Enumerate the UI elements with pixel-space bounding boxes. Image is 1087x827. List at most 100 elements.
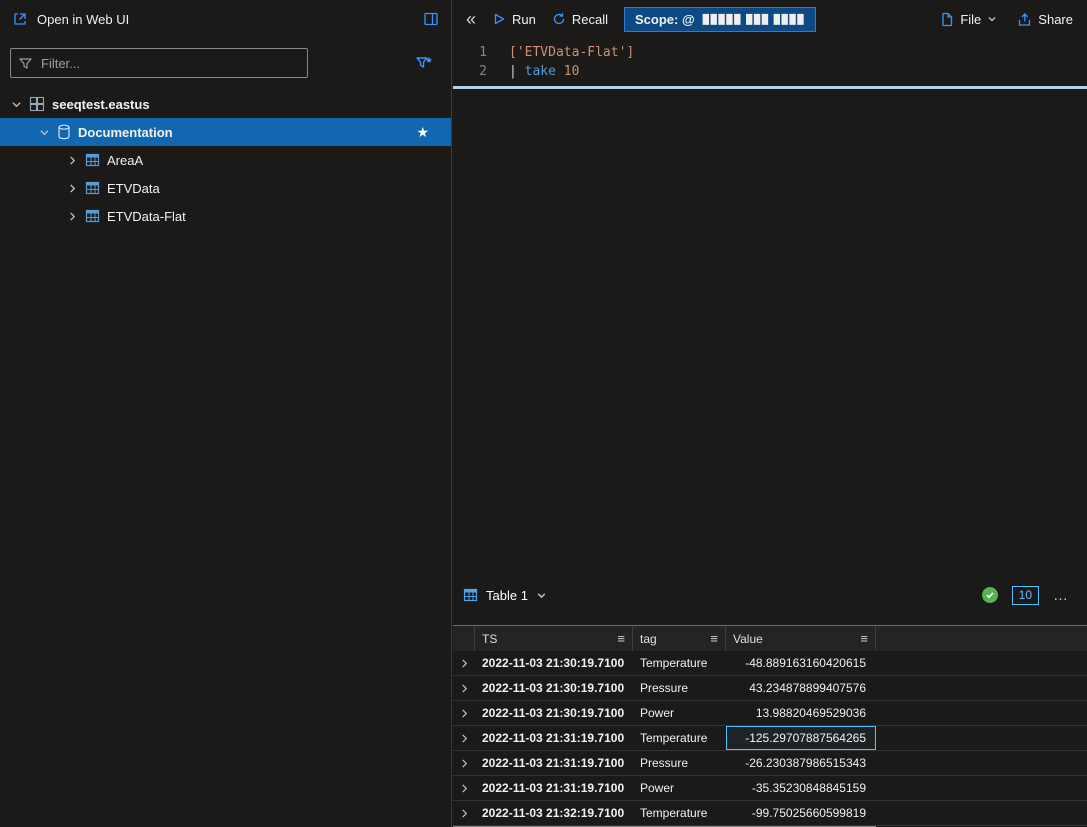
table-row[interactable]: 2022-11-03 21:30:19.7100 Temperature -48…	[453, 651, 1087, 676]
cell-ts[interactable]: 2022-11-03 21:30:19.7100	[475, 676, 633, 700]
recall-button[interactable]: Recall	[552, 12, 608, 27]
line-number: 2	[453, 62, 487, 81]
query-editor[interactable]: 1 ['ETVData-Flat'] 2 | take 10	[453, 38, 1087, 89]
star-icon[interactable]: ★	[416, 125, 429, 139]
more-options-button[interactable]: …	[1053, 587, 1069, 604]
tree-item-table[interactable]: ETVData-Flat	[0, 202, 451, 230]
open-in-web-ui-button[interactable]: Open in Web UI	[37, 12, 129, 27]
scope-redacted-value: █████ ███ ████	[703, 15, 806, 24]
column-menu-icon[interactable]: ≡	[710, 632, 718, 645]
row-expander-icon[interactable]	[453, 776, 475, 800]
file-icon	[940, 12, 954, 27]
results-header: Table 1 10 …	[453, 577, 1087, 613]
results-header-right: 10 …	[982, 586, 1077, 605]
editor-line[interactable]: 2 | take 10	[453, 62, 1087, 81]
database-icon	[57, 124, 71, 140]
table-icon	[85, 153, 100, 167]
tree-item-table[interactable]: AreaA	[0, 146, 451, 174]
cell-ts[interactable]: 2022-11-03 21:31:19.7100	[475, 751, 633, 775]
row-expander-icon[interactable]	[453, 751, 475, 775]
table-row[interactable]: 2022-11-03 21:30:19.7100 Power 13.988204…	[453, 701, 1087, 726]
chevron-down-icon[interactable]	[38, 128, 50, 137]
cell-value[interactable]: -26.230387986515343	[726, 751, 876, 775]
column-menu-icon[interactable]: ≡	[860, 632, 868, 645]
tree-item-table[interactable]: ETVData	[0, 174, 451, 202]
panel-layout-icon[interactable]	[423, 11, 439, 27]
grid-header-ts[interactable]: TS ≡	[475, 626, 633, 651]
cell-ts[interactable]: 2022-11-03 21:31:19.7100	[475, 776, 633, 800]
scope-label: Scope: @	[635, 12, 695, 27]
cell-value[interactable]: 43.234878899407576	[726, 676, 876, 700]
chevron-right-icon[interactable]	[66, 156, 78, 165]
cell-tag[interactable]: Temperature	[633, 726, 726, 750]
cell-tag[interactable]: Temperature	[633, 801, 726, 825]
code-token-keyword: take	[525, 64, 556, 79]
main-panel: 1 ['ETVData-Flat'] 2 | take 10 Table 1	[453, 38, 1087, 827]
recall-label: Recall	[572, 12, 608, 27]
cell-ts[interactable]: 2022-11-03 21:31:19.7100	[475, 726, 633, 750]
run-label: Run	[512, 12, 536, 27]
table-icon	[85, 181, 100, 195]
filter-box[interactable]	[10, 48, 308, 78]
cell-tag[interactable]: Temperature	[633, 651, 726, 675]
file-menu-button[interactable]: File	[940, 12, 997, 27]
share-button[interactable]: Share	[1017, 12, 1073, 27]
sidebar-top-bar: Open in Web UI	[0, 0, 452, 38]
grid-header-tag[interactable]: tag ≡	[633, 626, 726, 651]
chevron-down-icon[interactable]	[10, 100, 22, 109]
cell-ts[interactable]: 2022-11-03 21:32:19.7100	[475, 801, 633, 825]
toolbar-right-group: File Share	[940, 12, 1073, 27]
success-check-icon	[982, 587, 998, 603]
cell-value[interactable]: -99.75025660599819	[726, 801, 876, 825]
cell-tag[interactable]: Pressure	[633, 751, 726, 775]
favorites-filter-icon[interactable]	[415, 55, 433, 71]
cell-tag[interactable]: Pressure	[633, 676, 726, 700]
cell-ts[interactable]: 2022-11-03 21:30:19.7100	[475, 701, 633, 725]
cell-tag[interactable]: Power	[633, 701, 726, 725]
table-row[interactable]: 2022-11-03 21:32:19.7100 Temperature -99…	[453, 801, 1087, 826]
row-expander-icon[interactable]	[453, 651, 475, 675]
row-expander-icon[interactable]	[453, 676, 475, 700]
column-menu-icon[interactable]: ≡	[617, 632, 625, 645]
funnel-icon	[19, 57, 32, 70]
tree-item-cluster[interactable]: seeqtest.eastus	[0, 90, 451, 118]
cell-value[interactable]: 13.98820469529036	[726, 701, 876, 725]
top-bar: Open in Web UI « Run Recall Scope: @	[0, 0, 1087, 38]
table-row[interactable]: 2022-11-03 21:31:19.7100 Power -35.35230…	[453, 776, 1087, 801]
query-toolbar: « Run Recall Scope: @ █████ ███ ████	[452, 0, 1087, 38]
collapse-sidebar-button[interactable]: «	[466, 10, 476, 28]
cell-value-selected[interactable]: -125.29707887564265	[726, 726, 876, 750]
row-expander-icon[interactable]	[453, 801, 475, 825]
results-tab-title[interactable]: Table 1	[486, 588, 528, 603]
row-expander-icon[interactable]	[453, 701, 475, 725]
recall-icon	[552, 12, 566, 26]
cell-tag[interactable]: Power	[633, 776, 726, 800]
scope-selector[interactable]: Scope: @ █████ ███ ████	[624, 7, 816, 32]
table-icon	[85, 209, 100, 223]
run-button[interactable]: Run	[492, 12, 536, 27]
editor-empty-area[interactable]	[453, 89, 1087, 577]
editor-line[interactable]: 1 ['ETVData-Flat']	[453, 43, 1087, 62]
table-row[interactable]: 2022-11-03 21:30:19.7100 Pressure 43.234…	[453, 676, 1087, 701]
chevron-right-icon[interactable]	[66, 212, 78, 221]
chevron-right-icon[interactable]	[66, 184, 78, 193]
cell-value[interactable]: -48.889163160420615	[726, 651, 876, 675]
line-number: 1	[453, 43, 487, 62]
play-icon	[492, 12, 506, 26]
cell-value[interactable]: -35.35230848845159	[726, 776, 876, 800]
cell-ts[interactable]: 2022-11-03 21:30:19.7100	[475, 651, 633, 675]
row-expander-icon[interactable]	[453, 726, 475, 750]
tree-item-database[interactable]: Documentation ★	[0, 118, 451, 146]
file-label: File	[960, 12, 981, 27]
tree-item-label: ETVData-Flat	[107, 209, 186, 224]
table-row[interactable]: 2022-11-03 21:31:19.7100 Temperature -12…	[453, 726, 1087, 751]
row-count-badge[interactable]: 10	[1012, 586, 1039, 605]
table-row[interactable]: 2022-11-03 21:31:19.7100 Pressure -26.23…	[453, 751, 1087, 776]
column-label: Value	[733, 632, 763, 646]
filter-input[interactable]	[39, 55, 299, 72]
tree-item-label: Documentation	[78, 125, 173, 140]
grid-header-value[interactable]: Value ≡	[726, 626, 876, 651]
tree-item-label: seeqtest.eastus	[52, 97, 150, 112]
chevron-down-icon[interactable]	[536, 590, 547, 601]
share-icon	[1017, 12, 1032, 27]
